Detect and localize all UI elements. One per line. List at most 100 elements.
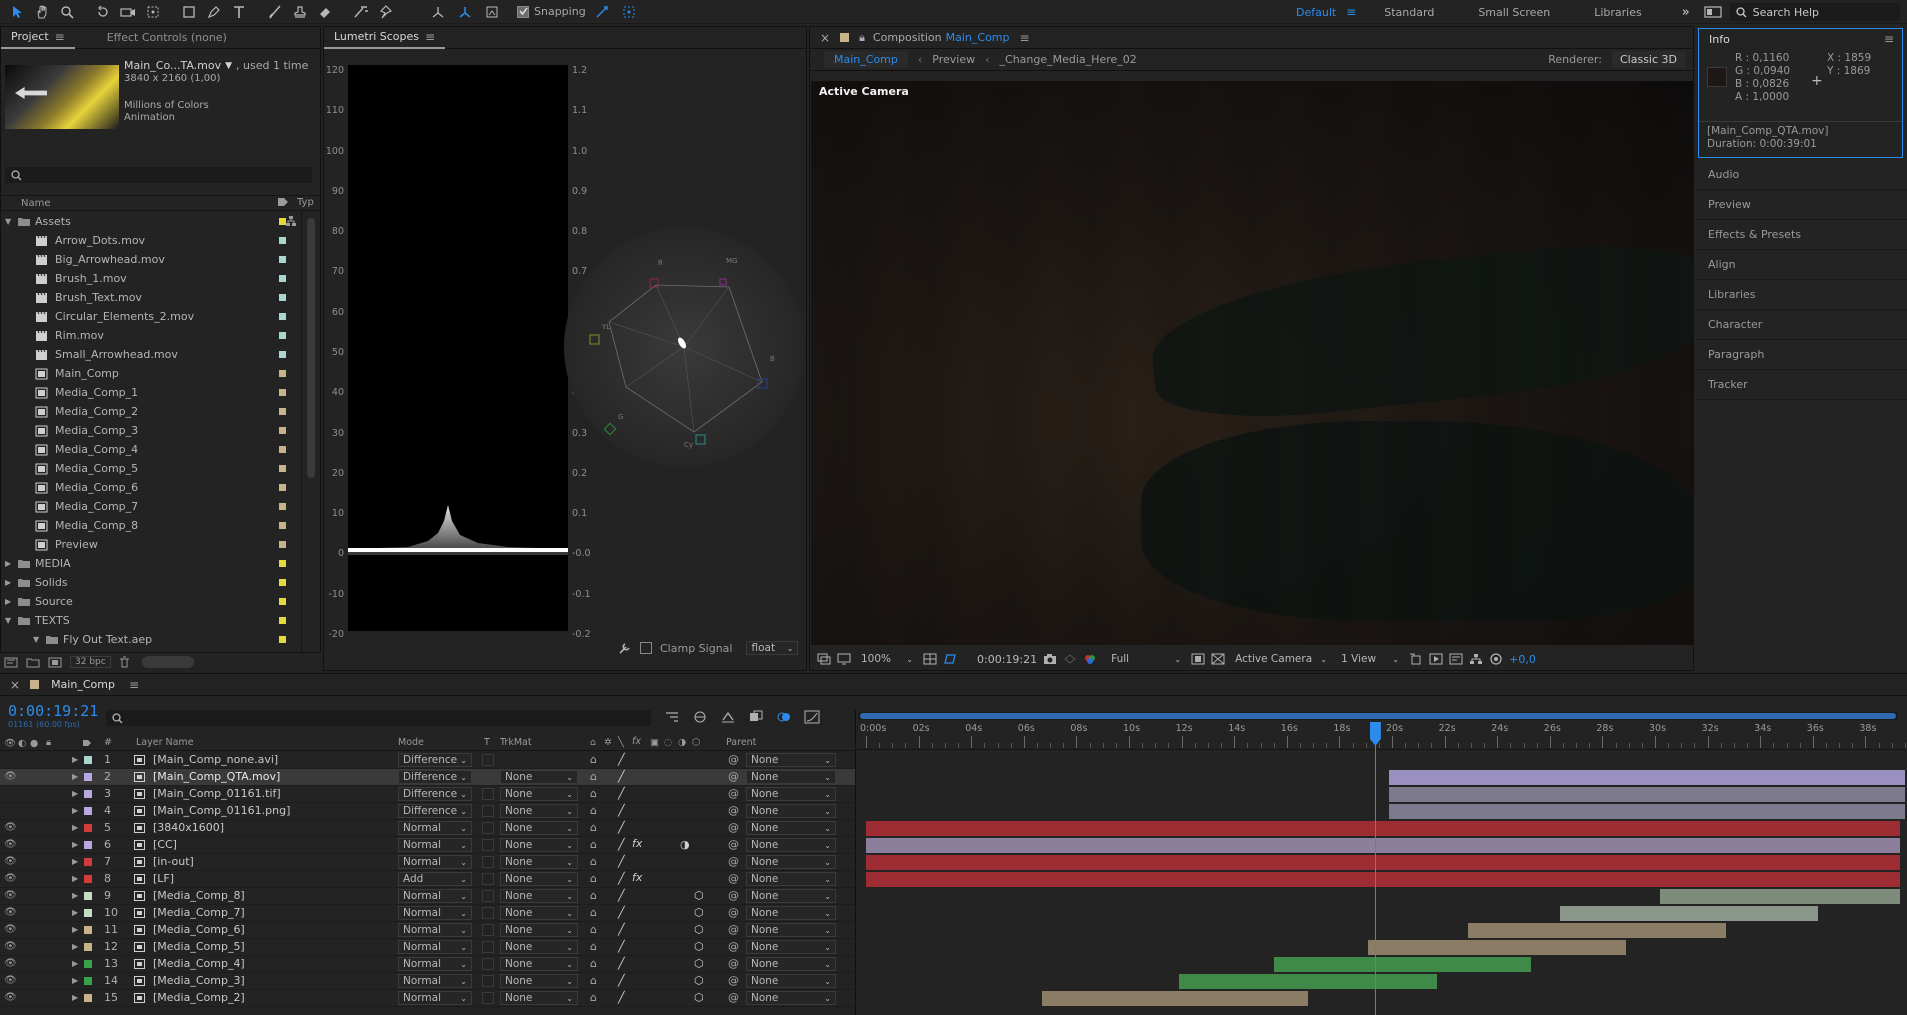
timeline-current-time[interactable]: 0:00:19:21 [8,702,98,720]
column-name[interactable]: Name [21,198,51,209]
layer-expand-icon[interactable]: ▶ [72,755,78,764]
clamp-signal-checkbox[interactable] [640,642,652,654]
local-axis-icon[interactable] [427,1,449,23]
quality-switch-icon[interactable]: ╱ [618,855,625,868]
disclosure-open-icon[interactable]: ▼ [5,217,11,226]
label-color-swatch[interactable] [279,484,286,491]
label-color-swatch[interactable] [279,579,286,586]
project-folder-item[interactable]: ▼ Assets [1,212,308,231]
layer-name[interactable]: [LF] [153,872,174,885]
layer-duration-bar[interactable] [1468,923,1726,938]
time-navigator[interactable] [860,713,1896,719]
pick-whip-icon[interactable]: @ [728,974,739,987]
quality-switch-icon[interactable]: ╱ [618,940,625,953]
parent-dropdown[interactable]: None ⌄ [746,787,836,801]
track-matte-dropdown[interactable]: None ⌄ [500,940,578,954]
comp-lock-icon[interactable]: 🔒︎ [859,31,865,45]
layer-label-swatch[interactable] [84,824,92,832]
panel-audio[interactable]: Audio [1696,160,1907,190]
panel-libraries[interactable]: Libraries [1696,280,1907,310]
blend-mode-dropdown[interactable]: Normal ⌄ [398,821,472,835]
layer-duration-bar[interactable] [1042,991,1308,1006]
layer-expand-icon[interactable]: ▶ [72,823,78,832]
parent-dropdown[interactable]: None ⌄ [746,957,836,971]
zoom-tool-icon[interactable] [56,1,78,23]
delete-icon[interactable] [119,656,130,668]
layer-expand-icon[interactable]: ▶ [72,908,78,917]
motion-blur-icon[interactable] [776,710,792,724]
video-switch-header-icon[interactable]: 👁︎ [4,738,16,749]
layer-label-swatch[interactable] [84,943,92,951]
shy-switch-icon[interactable]: ⌂ [590,974,597,987]
layer-name[interactable]: [Media_Comp_3] [153,974,245,987]
quality-switch-icon[interactable]: ╱ [618,889,625,902]
visibility-eye-icon[interactable]: 👁︎ [4,907,17,918]
3d-layer-icon[interactable]: ⬡ [694,940,704,953]
label-color-swatch[interactable] [279,408,286,415]
parent-dropdown[interactable]: None ⌄ [746,804,836,818]
pick-whip-icon[interactable]: @ [728,991,739,1004]
flowchart-icon[interactable] [1469,653,1483,665]
close-comp-icon[interactable]: × [820,31,830,45]
parent-dropdown[interactable]: None ⌄ [746,821,836,835]
track-matte-dropdown[interactable]: None ⌄ [500,770,578,784]
effects-switch-icon[interactable]: fx [632,871,642,884]
visibility-eye-icon[interactable]: 👁︎ [4,958,17,969]
blend-mode-dropdown[interactable]: Difference ⌄ [398,804,472,818]
layer-row[interactable]: 👁︎ ▶ 7 [in-out] Normal ⌄ None ⌄ ⌂ ╱ @ None ⌄ [0,854,855,871]
label-color-swatch[interactable] [279,427,286,434]
layer-name[interactable]: [CC] [153,838,177,851]
timeline-menu-icon[interactable]: ≡ [129,678,139,692]
preserve-transparency-toggle[interactable] [482,873,494,885]
layer-name[interactable]: [3840x1600] [153,821,224,834]
label-color-swatch[interactable] [279,560,286,567]
world-axis-icon[interactable] [454,1,476,23]
label-color-swatch[interactable] [279,465,286,472]
quality-switch-icon[interactable]: ╱ [618,838,625,851]
disclosure-open-icon[interactable]: ▼ [33,635,39,644]
track-matte-dropdown[interactable]: None ⌄ [500,855,578,869]
layer-row[interactable]: 👁︎ ▶ 11 [Media_Comp_6] Normal ⌄ None ⌄ ⌂ ╱ ⬡ @ None ⌄ [0,922,855,939]
label-color-swatch[interactable] [279,446,286,453]
snapshot-icon[interactable] [1043,653,1057,665]
layer-row[interactable]: 👁︎ ▶ 12 [Media_Comp_5] Normal ⌄ None ⌄ ⌂ ╱ ⬡ @ None ⌄ [0,939,855,956]
layer-row[interactable]: ▶ 1 [Main_Comp_none.avi] Difference ⌄ ⌂ ╱ @ None… [0,752,855,769]
parent-dropdown[interactable]: None ⌄ [746,974,836,988]
parent-dropdown[interactable]: None ⌄ [746,991,836,1005]
workspace-small-screen[interactable]: Small Screen [1478,6,1550,19]
shy-switch-icon[interactable]: ⌂ [590,838,597,851]
layer-row[interactable]: 👁︎ ▶ 6 [CC] Normal ⌄ None ⌄ ⌂ ╱ fx ◑ @ None ⌄ [0,837,855,854]
region-of-interest-icon[interactable] [1191,653,1205,665]
layer-label-swatch[interactable] [84,994,92,1002]
layer-duration-bar[interactable] [1273,957,1532,972]
preserve-transparency-toggle[interactable] [482,890,494,902]
pick-whip-icon[interactable]: @ [728,787,739,800]
label-color-swatch[interactable] [279,636,286,643]
rotate-tool-icon[interactable] [92,1,114,23]
layer-name[interactable]: [Media_Comp_7] [153,906,245,919]
layer-label-swatch[interactable] [84,773,92,781]
quality-switch-icon[interactable]: ╱ [618,753,625,766]
quality-switch-icon[interactable]: ╱ [618,957,625,970]
quality-switch-icon[interactable]: ╱ [618,821,625,834]
layer-name[interactable]: [Main_Comp_01161.png] [153,804,290,817]
breadcrumb-preview[interactable]: Preview [932,53,975,66]
toggle-pixel-aspect-icon[interactable] [1409,653,1423,665]
layer-duration-bar[interactable] [1389,804,1905,819]
solo-header-icon[interactable]: ● [30,738,38,749]
project-file-item[interactable]: Arrow_Dots.mov [1,231,308,250]
project-scrollbar[interactable] [301,212,319,672]
blend-mode-dropdown[interactable]: Normal ⌄ [398,889,472,903]
pick-whip-icon[interactable]: @ [728,804,739,817]
layer-row[interactable]: 👁︎ ▶ 9 [Media_Comp_8] Normal ⌄ None ⌄ ⌂ ╱ ⬡ @ None ⌄ [0,888,855,905]
viewer-timecode[interactable]: 0:00:19:21 [977,653,1037,666]
layer-label-swatch[interactable] [84,926,92,934]
preserve-transparency-toggle[interactable] [482,924,494,936]
pick-whip-icon[interactable]: @ [728,940,739,953]
layer-label-swatch[interactable] [84,892,92,900]
shy-layers-icon[interactable] [720,710,736,724]
blend-mode-dropdown[interactable]: Normal ⌄ [398,940,472,954]
label-color-swatch[interactable] [279,351,286,358]
layer-name[interactable]: [Media_Comp_4] [153,957,245,970]
blend-mode-dropdown[interactable]: Normal ⌄ [398,906,472,920]
